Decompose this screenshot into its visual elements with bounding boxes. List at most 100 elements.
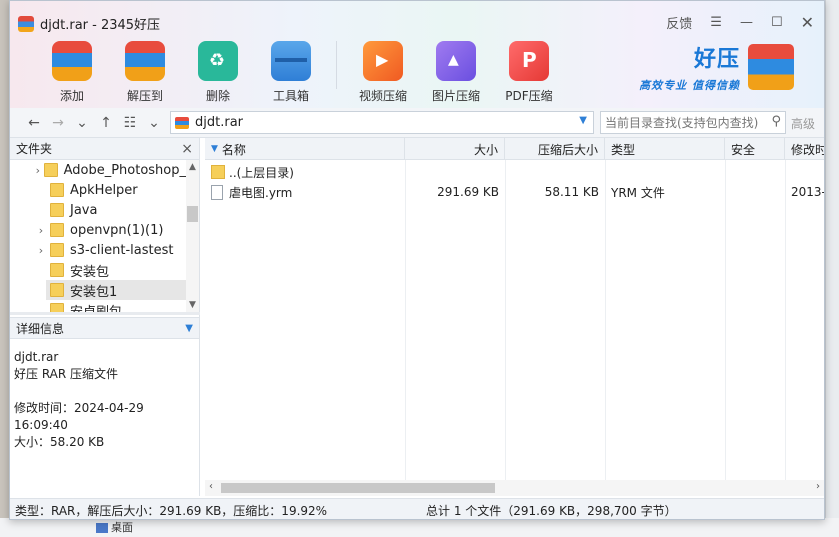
tree-item-label: ApkHelper (70, 182, 138, 198)
desktop-item[interactable]: 桌面 (96, 519, 133, 535)
folder-pane-close-icon[interactable]: × (181, 141, 193, 157)
column-header-modified[interactable]: 修改时 (785, 138, 824, 160)
tree-item[interactable]: 安卓刷包 (10, 300, 186, 312)
search-input[interactable] (605, 115, 765, 130)
tree-item-selected[interactable]: 安装包1 (46, 280, 186, 300)
collapse-triangle-icon[interactable]: ▼ (185, 323, 193, 334)
view-mode-icon[interactable]: ☷ (118, 115, 142, 131)
tree-item-label: 安装包1 (70, 284, 118, 300)
file-list-hscrollbar[interactable]: ‹ › (205, 480, 824, 496)
column-header-security[interactable]: 安全 (725, 138, 785, 160)
pdf-icon (509, 41, 549, 81)
folder-pane-header: 文件夹 × (10, 138, 199, 160)
haozip-logo-icon (748, 44, 794, 90)
details-header[interactable]: 详细信息 ▼ (10, 317, 199, 339)
tree-item-label: 安卓刷包 (70, 304, 123, 313)
add-archive-icon (52, 41, 92, 81)
column-header-name[interactable]: ▼ 名称 (205, 138, 405, 160)
feedback-button[interactable]: 反馈 (666, 13, 692, 32)
delete-button[interactable]: 删除 (186, 41, 250, 104)
folder-icon (50, 203, 64, 217)
file-list-header: ▼ 名称 大小 压缩后大小 类型 安全 修改时 (205, 138, 824, 160)
expand-chevron-icon[interactable]: › (32, 224, 50, 237)
desktop-icon (96, 523, 108, 533)
folder-pane-title: 文件夹 (16, 142, 53, 156)
brand: 好压 高效专业 值得信赖 (639, 41, 794, 93)
window-controls: 反馈 ☰ — ☐ ✕ (666, 13, 814, 32)
advanced-search-button[interactable]: 高级 (791, 115, 815, 132)
column-header-compressed-size[interactable]: 压缩后大小 (505, 138, 605, 160)
address-bar: ← → ⌄ ↑ ☷ ⌄ djdt.rar ▼ ⚲ 高级 (10, 108, 824, 138)
search-field[interactable]: ⚲ (600, 111, 786, 134)
table-row-parent[interactable]: ..(上层目录) (205, 161, 824, 183)
extract-button[interactable]: 解压到 (113, 41, 177, 104)
forward-arrow-icon[interactable]: → (46, 115, 70, 131)
tree-item[interactable]: › openvpn(1)(1) (10, 220, 186, 240)
pdf-compress-button[interactable]: PDF压缩 (497, 41, 561, 104)
column-gridlines (205, 160, 824, 480)
scrollbar-thumb[interactable] (221, 483, 495, 493)
toolbar-divider (336, 41, 337, 89)
row-compressed-size: 58.11 KB (544, 185, 599, 199)
view-chevron-down-icon[interactable]: ⌄ (142, 115, 166, 131)
folder-tree: › Adobe_Photoshop_ ApkHelper Java › openvp… (10, 160, 186, 312)
maximize-button[interactable]: ☐ (771, 15, 783, 30)
tree-item[interactable]: ApkHelper (10, 180, 186, 200)
details-filename: djdt.rar (14, 350, 59, 364)
scroll-left-icon[interactable]: ‹ (209, 481, 213, 492)
toolbar: 添加 解压到 删除 工具箱 视频压缩 图片压缩 (40, 41, 570, 104)
scrollbar-thumb[interactable] (187, 206, 198, 222)
toolbox-icon (271, 41, 311, 81)
path-dropdown-icon[interactable]: ▼ (579, 115, 587, 126)
folder-icon (50, 283, 64, 297)
video-icon (363, 41, 403, 81)
desktop-item-label: 桌面 (111, 521, 133, 534)
tree-item[interactable]: › s3-client-lastest (10, 240, 186, 260)
details-title: 详细信息 (16, 321, 65, 336)
pdf-compress-label: PDF压缩 (505, 89, 553, 103)
add-button[interactable]: 添加 (40, 41, 104, 104)
close-button[interactable]: ✕ (801, 13, 814, 32)
menu-button[interactable]: ☰ (710, 15, 722, 30)
image-icon (436, 41, 476, 81)
tree-item[interactable]: › Adobe_Photoshop_ (10, 160, 186, 180)
column-header-type[interactable]: 类型 (605, 138, 725, 160)
tree-item-label: openvpn(1)(1) (70, 222, 164, 238)
back-arrow-icon[interactable]: ← (22, 115, 46, 131)
status-bar: 类型：RAR，解压后大小：291.69 KB，压缩比：19.92% 总计 1 个… (10, 498, 824, 519)
table-row[interactable]: 虐电图.yrm 291.69 KB 58.11 KB YRM 文件 2013- (205, 181, 824, 203)
tree-item-label: s3-client-lastest (70, 242, 174, 258)
brand-name: 好压 (693, 47, 740, 72)
search-icon[interactable]: ⚲ (771, 114, 781, 129)
details-body: djdt.rar 好压 RAR 压缩文件 修改时间：2024-04-29 16:… (14, 349, 199, 451)
expand-chevron-icon[interactable]: › (32, 164, 44, 177)
folder-icon (50, 243, 64, 257)
toolbox-label: 工具箱 (272, 89, 309, 103)
row-size: 291.69 KB (437, 185, 499, 199)
file-list: ▼ 名称 大小 压缩后大小 类型 安全 修改时 ..(上层目录) 虐电图.yrm … (205, 138, 824, 496)
column-header-size[interactable]: 大小 (405, 138, 505, 160)
extract-archive-icon (125, 41, 165, 81)
up-arrow-icon[interactable]: ↑ (94, 115, 118, 131)
scroll-down-icon[interactable]: ▼ (186, 300, 199, 310)
status-total: 总计 1 个文件（291.69 KB，298,700 字节） (426, 503, 677, 518)
minimize-button[interactable]: — (740, 15, 753, 30)
scroll-right-icon[interactable]: › (816, 481, 820, 492)
folder-tree-scrollbar[interactable]: ▲ ▼ (186, 160, 199, 312)
scroll-up-icon[interactable]: ▲ (186, 162, 199, 172)
expand-chevron-icon[interactable]: › (32, 244, 50, 257)
tree-item-label: Adobe_Photoshop_ (63, 162, 186, 178)
path-field[interactable]: djdt.rar ▼ (170, 111, 594, 134)
image-compress-label: 图片压缩 (431, 89, 480, 103)
haozip-window: djdt.rar - 2345好压 反馈 ☰ — ☐ ✕ 添加 解压到 删除 (9, 0, 825, 520)
app-icon (18, 15, 34, 32)
video-compress-button[interactable]: 视频压缩 (351, 41, 415, 104)
delete-label: 删除 (205, 89, 230, 103)
toolbox-button[interactable]: 工具箱 (259, 41, 323, 104)
folder-icon (50, 223, 64, 237)
history-chevron-down-icon[interactable]: ⌄ (70, 115, 94, 131)
pane-splitter[interactable] (10, 312, 200, 315)
tree-item[interactable]: Java (10, 200, 186, 220)
image-compress-button[interactable]: 图片压缩 (424, 41, 488, 104)
tree-item[interactable]: 安装包 (10, 260, 186, 280)
